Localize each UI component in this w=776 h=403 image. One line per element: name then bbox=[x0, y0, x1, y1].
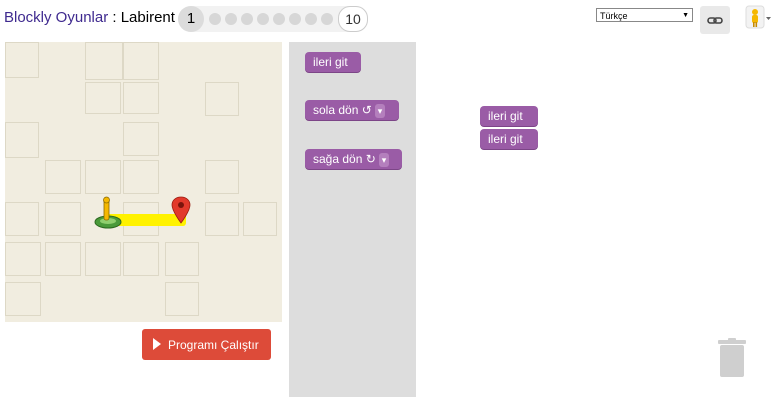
games-home-link[interactable]: Blockly Oyunlar bbox=[4, 9, 108, 26]
play-icon bbox=[153, 338, 161, 350]
maze-wall-tile bbox=[45, 160, 81, 194]
level-6-dot[interactable] bbox=[273, 13, 285, 25]
level-9-dot[interactable] bbox=[321, 13, 333, 25]
maze-wall-tile bbox=[123, 242, 159, 276]
pegman-start-icon bbox=[94, 196, 122, 229]
maze-wall-tile bbox=[85, 82, 121, 114]
workspace-move-forward-block[interactable]: ileri git bbox=[480, 129, 538, 149]
chevron-down-icon: ▼ bbox=[682, 12, 689, 19]
maze-wall-tile bbox=[5, 282, 41, 316]
block-label: sağa dön ↻ bbox=[313, 152, 376, 166]
maze-wall-tile bbox=[45, 242, 81, 276]
toolbox-turn-right-block[interactable]: sağa dön ↻ ▾ bbox=[305, 149, 402, 169]
language-value: Türkçe bbox=[600, 11, 628, 21]
maze-wall-tile bbox=[45, 202, 81, 236]
level-10-button[interactable]: 10 bbox=[338, 6, 368, 32]
maze-wall-tile bbox=[123, 82, 159, 114]
app-title: Blockly Oyunlar : Labirent bbox=[4, 9, 175, 26]
maze-wall-tile bbox=[165, 242, 199, 276]
language-select[interactable]: Türkçe ▼ bbox=[596, 8, 693, 22]
toolbox-move-forward-block[interactable]: ileri git bbox=[305, 52, 361, 72]
maze-wall-tile bbox=[5, 202, 39, 236]
trash-icon[interactable] bbox=[717, 338, 747, 378]
pegman-icon bbox=[745, 5, 771, 29]
level-8-dot[interactable] bbox=[305, 13, 317, 25]
block-toolbox: ileri git sola dön ↺ ▾ sağa dön ↻ ▾ bbox=[289, 42, 416, 397]
chevron-down-icon[interactable]: ▾ bbox=[378, 152, 390, 167]
maze-wall-tile bbox=[243, 202, 277, 236]
level-4-dot[interactable] bbox=[241, 13, 253, 25]
workspace-move-forward-block[interactable]: ileri git bbox=[480, 106, 538, 126]
maze-wall-tile bbox=[123, 160, 159, 194]
level-5-dot[interactable] bbox=[257, 13, 269, 25]
map-marker-icon bbox=[171, 196, 191, 224]
maze-wall-tile bbox=[205, 82, 239, 116]
toolbox-turn-left-block[interactable]: sola dön ↺ ▾ bbox=[305, 100, 399, 120]
maze-wall-tile bbox=[85, 42, 123, 80]
maze-wall-tile bbox=[123, 122, 159, 156]
game-name: Labirent bbox=[120, 9, 175, 26]
pegman-button[interactable] bbox=[742, 4, 772, 32]
level-2-dot[interactable] bbox=[209, 13, 221, 25]
chevron-down-icon[interactable]: ▾ bbox=[374, 103, 386, 118]
block-label: sola dön ↺ bbox=[313, 103, 372, 117]
block-label: ileri git bbox=[488, 132, 523, 146]
maze-wall-tile bbox=[205, 202, 239, 236]
maze-wall-tile bbox=[123, 42, 159, 80]
block-label: ileri git bbox=[313, 55, 348, 69]
maze-wall-tile bbox=[165, 282, 199, 316]
link-button[interactable] bbox=[700, 6, 730, 34]
maze-wall-tile bbox=[5, 122, 39, 158]
title-separator: : bbox=[108, 9, 121, 26]
maze-wall-tile bbox=[85, 160, 121, 194]
run-program-label: Programı Çalıştır bbox=[168, 338, 259, 352]
maze-wall-tile bbox=[205, 160, 239, 194]
level-selector: 1 10 bbox=[178, 6, 368, 32]
level-1-button[interactable]: 1 bbox=[178, 6, 204, 32]
run-program-button[interactable]: Programı Çalıştır bbox=[142, 329, 271, 360]
link-icon bbox=[707, 17, 723, 24]
maze-display bbox=[5, 42, 282, 322]
level-7-dot[interactable] bbox=[289, 13, 301, 25]
block-label: ileri git bbox=[488, 109, 523, 123]
header: Blockly Oyunlar : Labirent 1 10 Türkçe ▼ bbox=[0, 0, 776, 40]
level-3-dot[interactable] bbox=[225, 13, 237, 25]
maze-wall-tile bbox=[85, 242, 121, 276]
maze-wall-tile bbox=[5, 42, 39, 78]
maze-wall-tile bbox=[5, 242, 41, 276]
